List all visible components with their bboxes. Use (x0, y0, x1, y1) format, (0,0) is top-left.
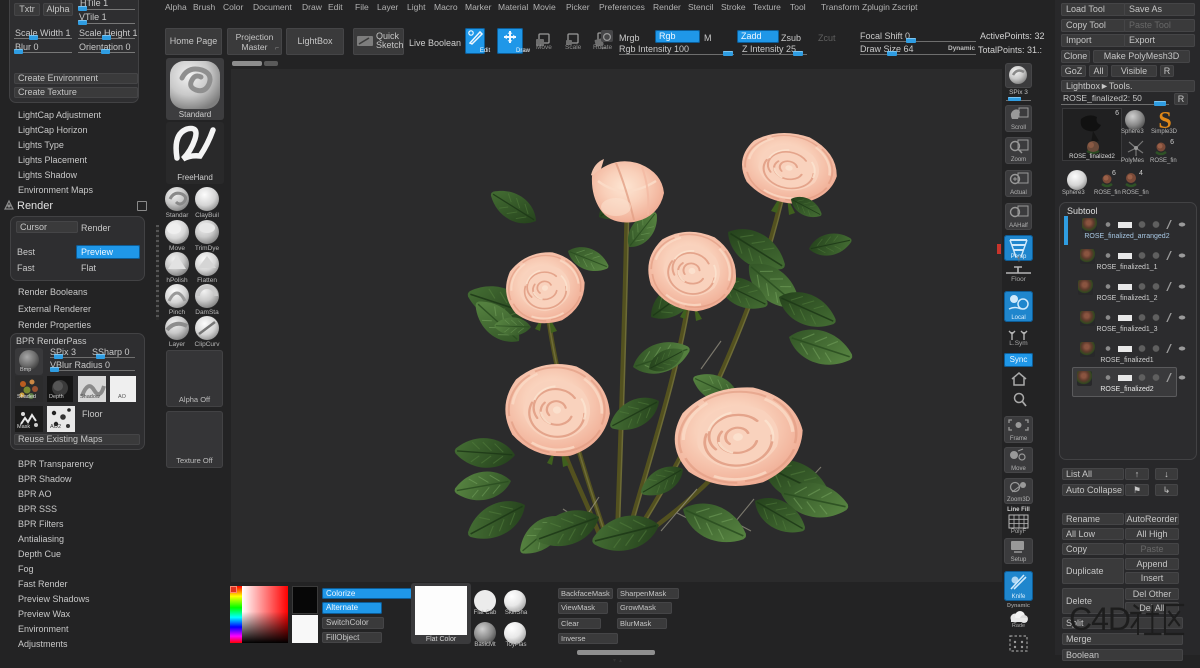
svg-text:FreeHand: FreeHand (177, 173, 213, 182)
svg-text:SkinSha: SkinSha (505, 610, 528, 616)
svg-text:Layer: Layer (169, 341, 186, 348)
svg-text:DamSta: DamSta (195, 309, 219, 316)
svg-text:ToyPlas: ToyPlas (505, 642, 526, 648)
svg-text:hPolish: hPolish (166, 277, 188, 284)
svg-text:Standar: Standar (166, 212, 190, 219)
svg-text:BasicMt: BasicMt (474, 642, 496, 648)
svg-text:C4D: C4D (1069, 601, 1130, 637)
svg-text:ClipCurv: ClipCurv (195, 341, 221, 348)
svg-text:ClayBuil: ClayBuil (195, 212, 219, 219)
svg-text:Pinch: Pinch (169, 309, 186, 316)
svg-text:Standard: Standard (179, 110, 211, 119)
svg-text:TrimDye: TrimDye (195, 245, 220, 252)
svg-text:Move: Move (169, 245, 185, 252)
svg-text:Flatten: Flatten (197, 277, 217, 284)
svg-text:Flat Cab: Flat Cab (474, 610, 497, 616)
